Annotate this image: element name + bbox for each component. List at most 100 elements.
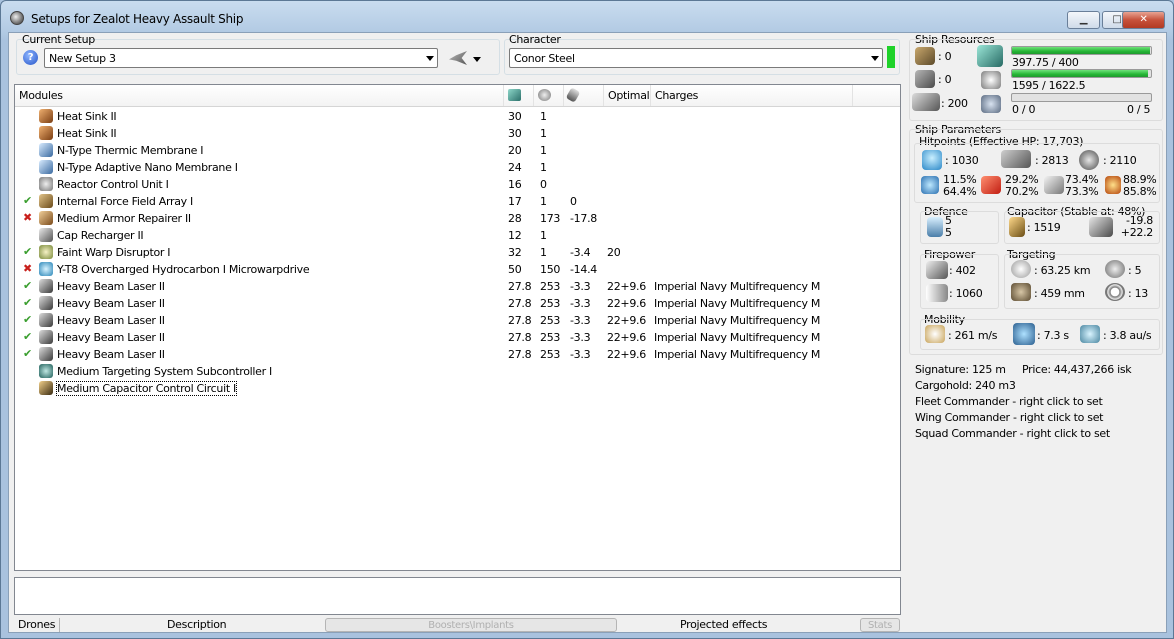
tab-projected-effects[interactable]: Projected effects [680, 618, 767, 632]
help-icon[interactable]: ? [23, 50, 38, 65]
module-power: 253 [540, 297, 561, 310]
module-name: Medium Targeting System Subcontroller I [57, 365, 272, 378]
module-row[interactable]: N-Type Adaptive Nano Membrane I 24 1 [15, 159, 900, 176]
membrane-icon [39, 143, 53, 157]
module-row[interactable]: Heat Sink II 30 1 [15, 108, 900, 125]
wing-commander[interactable]: Wing Commander - right click to set [915, 411, 1104, 424]
minimize-button[interactable]: ▁ [1067, 11, 1100, 29]
tools-dropdown-icon[interactable] [473, 57, 481, 62]
module-row[interactable]: ✔ Heavy Beam Laser II 27.8 253 -3.3 22+9.6 Imp… [15, 329, 900, 346]
module-power: 173 [540, 212, 561, 225]
tab-description[interactable]: Description [167, 618, 227, 632]
cap-recharger-icon [39, 228, 53, 242]
module-status-icon[interactable]: ✖ [23, 211, 35, 224]
module-cpu: 27.8 [508, 314, 532, 327]
module-row[interactable]: ✔ Internal Force Field Array I 17 1 0 [15, 193, 900, 210]
module-row[interactable]: ✔ Heavy Beam Laser II 27.8 253 -3.3 22+9.6 Imp… [15, 346, 900, 363]
capacitor-column-header[interactable] [564, 85, 604, 106]
module-power: 1 [540, 110, 547, 123]
module-charges: Imperial Navy Multifrequency M [654, 297, 821, 310]
kinetic-resists: 73.4% 73.3% [1065, 174, 1099, 198]
module-status-icon[interactable]: ✔ [23, 296, 35, 309]
module-row[interactable]: ✔ Heavy Beam Laser II 27.8 253 -3.3 22+9.6 Imp… [15, 295, 900, 312]
module-name: Medium Armor Repairer II [57, 212, 191, 225]
module-power: 1 [540, 127, 547, 140]
module-row[interactable]: Reactor Control Unit I 16 0 [15, 176, 900, 193]
charges-column-header[interactable]: Charges [651, 85, 853, 106]
cpu-column-header[interactable] [504, 85, 534, 106]
module-status-icon[interactable]: ✔ [23, 245, 35, 258]
character-status-indicator [887, 46, 895, 68]
signature-value: Signature: 125 m [915, 363, 1006, 376]
module-status-icon[interactable]: ✔ [23, 330, 35, 343]
warp-speed: : 3.8 au/s [1103, 329, 1152, 342]
dps-icon [926, 284, 948, 302]
module-row[interactable]: ✖ Y-T8 Overcharged Hydrocarbon I Microwar… [15, 261, 900, 278]
module-status-icon[interactable]: ✔ [23, 313, 35, 326]
defence-value-2: 5 [945, 226, 952, 239]
tab-drones[interactable]: Drones [18, 618, 55, 632]
module-cpu: 17 [508, 195, 522, 208]
setup-select[interactable]: New Setup 3 [44, 48, 438, 68]
scan-resolution-icon [1011, 283, 1031, 301]
module-row[interactable]: ✔ Heavy Beam Laser II 27.8 253 -3.3 22+9.6 Imp… [15, 312, 900, 329]
app-icon [10, 11, 24, 25]
cpu-icon [508, 89, 521, 101]
module-row[interactable]: ✔ Heavy Beam Laser II 27.8 253 -3.3 22+9.6 Imp… [15, 278, 900, 295]
module-cap: -14.4 [570, 263, 597, 276]
tab-boosters-implants[interactable]: Boosters\Implants [325, 618, 617, 632]
module-status-icon[interactable]: ✔ [23, 279, 35, 292]
module-cap: -3.3 [570, 280, 591, 293]
launcher-hardpoints: : 0 [938, 73, 952, 86]
capacitor-icon [1009, 217, 1025, 237]
cpu-value: 397.75 / 400 [1012, 56, 1079, 69]
tab-stats[interactable]: Stats [860, 618, 900, 632]
max-targets-icon [1105, 260, 1125, 278]
fleet-commander[interactable]: Fleet Commander - right click to set [915, 395, 1103, 408]
armor-hp: : 2813 [1035, 154, 1069, 167]
module-name: Heat Sink II [57, 127, 117, 140]
module-name: Heavy Beam Laser II [57, 331, 165, 344]
module-charges: Imperial Navy Multifrequency M [654, 314, 821, 327]
capacitor-circuit-icon [39, 381, 53, 395]
module-row[interactable]: Heat Sink II 30 1 [15, 125, 900, 142]
module-row[interactable]: ✖ Medium Armor Repairer II 28 173 -17.8 [15, 210, 900, 227]
targeting-subcontroller-icon [39, 364, 53, 378]
module-name: N-Type Adaptive Nano Membrane I [57, 161, 238, 174]
beam-laser-icon [39, 296, 53, 310]
close-button[interactable]: ✕ [1122, 11, 1165, 29]
cpu-bar-fill [1012, 47, 1150, 54]
module-optimal: 22+9.6 [607, 348, 646, 361]
optimal-column-header[interactable]: Optimal [604, 85, 651, 106]
squad-commander[interactable]: Squad Commander - right click to set [915, 427, 1110, 440]
module-status-icon[interactable]: ✔ [23, 194, 35, 207]
character-select[interactable]: Conor Steel [509, 48, 883, 68]
module-power: 0 [540, 178, 547, 191]
firepower-volley: : 402 [949, 264, 976, 277]
drone-count-value: 0 / 5 [1127, 103, 1151, 116]
module-row[interactable]: Cap Recharger II 12 1 [15, 227, 900, 244]
modules-list[interactable]: Modules Optimal Charges Heat Sink II 30 1 H… [14, 84, 901, 571]
turret-hardpoint-icon [915, 47, 935, 65]
sensor-strength: : 13 [1128, 287, 1148, 300]
warp-speed-icon [1080, 325, 1100, 343]
module-charges: Imperial Navy Multifrequency M [654, 331, 821, 344]
module-cap: 0 [570, 195, 577, 208]
module-status-icon[interactable]: ✖ [23, 262, 35, 275]
module-power: 253 [540, 331, 561, 344]
align-time-icon [1013, 323, 1035, 345]
power-column-header[interactable] [534, 85, 564, 106]
module-status-icon[interactable]: ✔ [23, 347, 35, 360]
em-resists: 11.5% 64.4% [943, 174, 977, 198]
calibration-icon [912, 93, 940, 111]
structure-icon [1079, 150, 1099, 170]
modules-column-header[interactable]: Modules [15, 85, 504, 106]
module-row[interactable]: Medium Targeting System Subcontroller I [15, 363, 900, 380]
module-row[interactable]: ✔ Faint Warp Disruptor I 32 1 -3.4 20 [15, 244, 900, 261]
speed-icon [925, 325, 945, 343]
module-charges: Imperial Navy Multifrequency M [654, 280, 821, 293]
module-row[interactable]: N-Type Thermic Membrane I 20 1 [15, 142, 900, 159]
target-range-icon [1011, 260, 1031, 278]
module-row[interactable]: Medium Capacitor Control Circuit I [15, 380, 900, 397]
title-bar: Setups for Zealot Heavy Assault Ship ▁ □… [1, 1, 1173, 33]
